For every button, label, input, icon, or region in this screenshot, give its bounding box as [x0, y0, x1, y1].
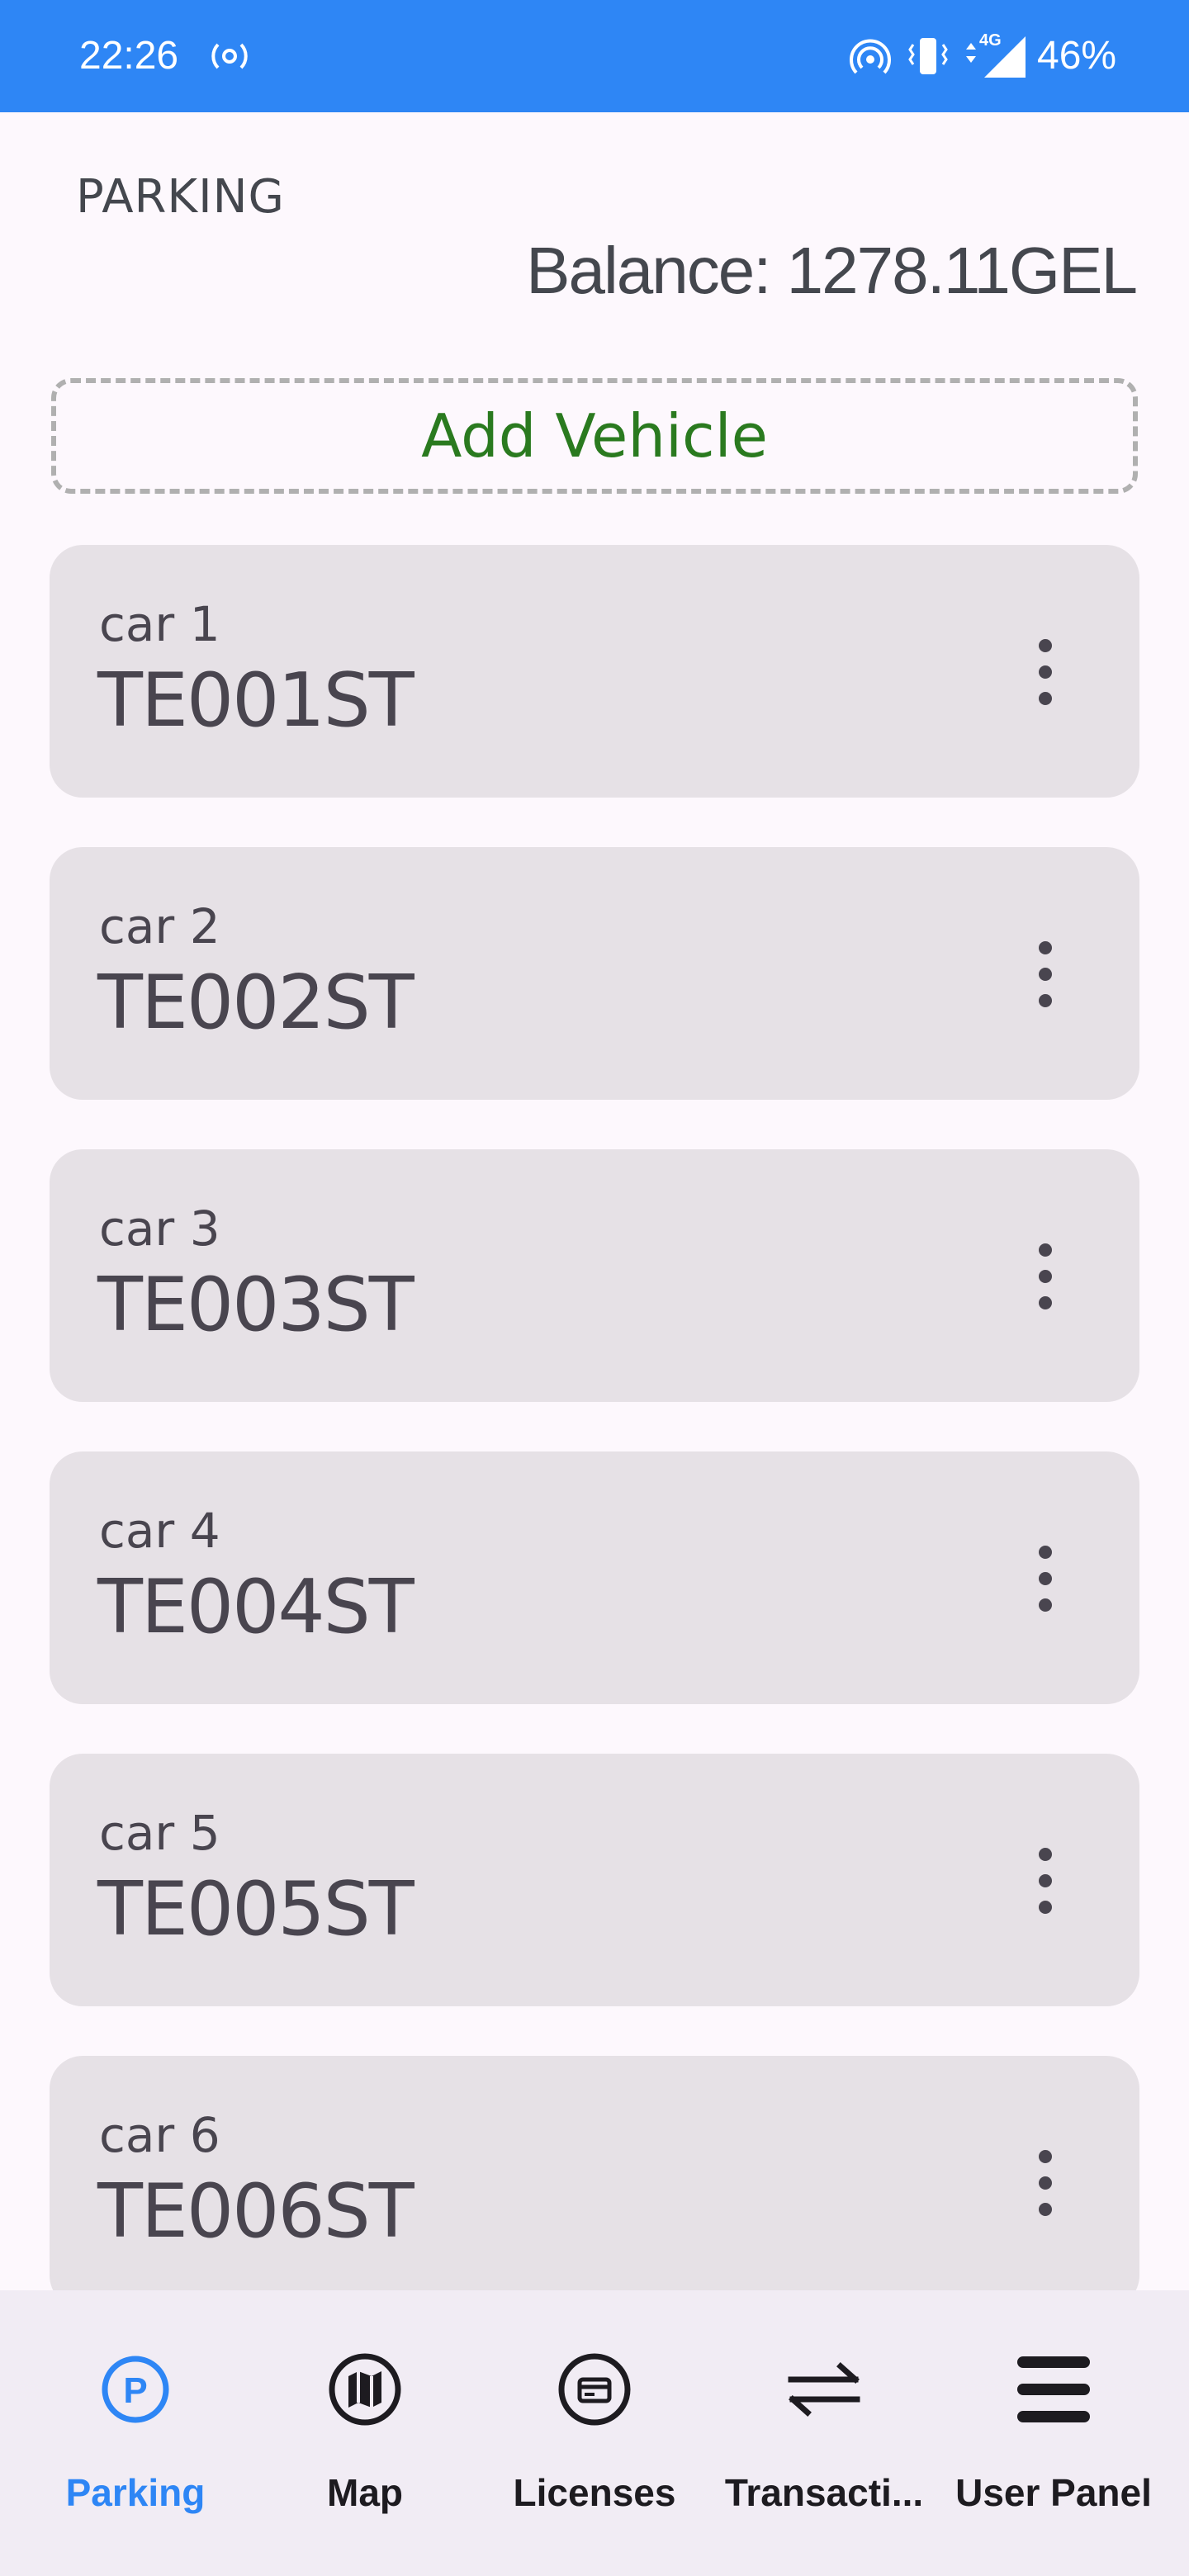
- nav-label: Parking: [65, 2471, 206, 2514]
- vehicle-card[interactable]: car 5 TE005ST: [50, 1754, 1139, 2006]
- signal-icon: [984, 36, 1026, 78]
- bottom-nav: P Parking Map Licenses Transacti... User…: [0, 2290, 1189, 2576]
- vehicle-plate: TE003ST: [97, 1262, 414, 1348]
- vehicle-card[interactable]: car 1 TE001ST: [50, 545, 1139, 798]
- status-bar: 22:26 4G 46%: [0, 0, 1189, 112]
- hotspot-icon: [850, 39, 891, 74]
- vehicle-card[interactable]: car 3 TE003ST: [50, 1149, 1139, 1402]
- vehicle-card[interactable]: car 2 TE002ST: [50, 847, 1139, 1100]
- nav-label: Map: [327, 2471, 403, 2514]
- vehicle-name: car 3: [99, 1200, 220, 1257]
- more-options-icon[interactable]: [1037, 1546, 1054, 1612]
- add-vehicle-button[interactable]: Add Vehicle: [51, 378, 1138, 494]
- license-card-icon: [558, 2353, 631, 2426]
- cast-icon: [211, 43, 248, 69]
- nav-item-parking[interactable]: P Parking: [17, 2290, 254, 2576]
- vehicle-list: car 1 TE001ST car 2 TE002ST car 3 TE003S…: [50, 545, 1139, 2358]
- page-title: PARKING: [76, 170, 285, 224]
- status-time: 22:26: [79, 34, 179, 78]
- more-options-icon[interactable]: [1037, 2150, 1054, 2216]
- balance-label: Balance: 1278.11GEL: [526, 234, 1138, 307]
- more-options-icon[interactable]: [1037, 1243, 1054, 1309]
- vehicle-plate: TE002ST: [97, 959, 414, 1046]
- nav-label: Licenses: [513, 2471, 676, 2514]
- menu-icon: [1017, 2356, 1090, 2422]
- map-icon: [329, 2353, 401, 2426]
- nav-label: User Panel: [955, 2471, 1152, 2514]
- more-options-icon[interactable]: [1037, 639, 1054, 705]
- nav-item-map[interactable]: Map: [246, 2290, 484, 2576]
- nav-item-licenses[interactable]: Licenses: [476, 2290, 713, 2576]
- vehicle-plate: TE004ST: [97, 1564, 414, 1650]
- battery-percent: 46%: [1037, 34, 1117, 78]
- vehicle-plate: TE006ST: [97, 2168, 414, 2255]
- vehicle-name: car 5: [99, 1805, 220, 1861]
- nav-item-user-panel[interactable]: User Panel: [935, 2290, 1172, 2576]
- vehicle-name: car 4: [99, 1503, 220, 1559]
- vibrate-icon: [908, 38, 948, 74]
- vehicle-card[interactable]: car 4 TE004ST: [50, 1451, 1139, 1704]
- vehicle-name: car 6: [99, 2107, 220, 2163]
- svg-text:P: P: [123, 2370, 147, 2411]
- nav-item-transactions[interactable]: Transacti...: [705, 2290, 943, 2576]
- add-vehicle-label: Add Vehicle: [421, 401, 768, 471]
- more-options-icon[interactable]: [1037, 941, 1054, 1007]
- nav-label: Transacti...: [724, 2471, 924, 2514]
- vehicle-name: car 1: [99, 596, 220, 652]
- vehicle-card[interactable]: car 6 TE006ST: [50, 2056, 1139, 2308]
- vehicle-plate: TE005ST: [97, 1866, 414, 1953]
- vehicle-name: car 2: [99, 898, 220, 954]
- parking-icon: P: [102, 2356, 169, 2423]
- more-options-icon[interactable]: [1037, 1848, 1054, 1914]
- vehicle-plate: TE001ST: [97, 657, 414, 744]
- transactions-icon: [788, 2362, 860, 2417]
